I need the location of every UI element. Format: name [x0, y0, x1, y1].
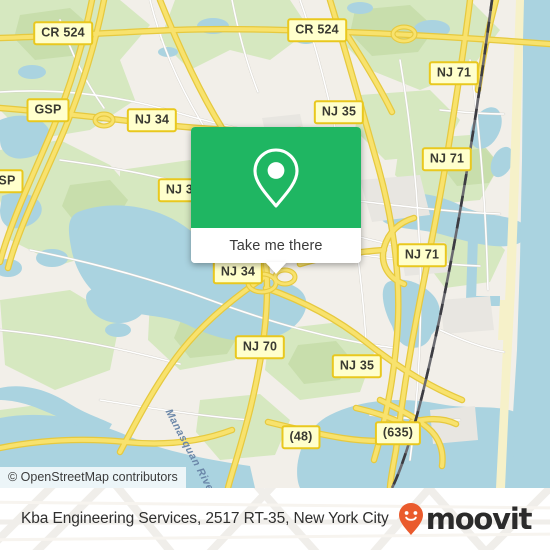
- place-title: Kba Engineering Services, 2517 RT-35, Ne…: [21, 510, 389, 527]
- footer-bar: Kba Engineering Services, 2517 RT-35, Ne…: [0, 488, 550, 550]
- road-shield: GSP: [26, 98, 70, 122]
- moovit-map-screenshot: CR 524 CR 524 NJ 71 GSP NJ 34 NJ 35 NJ 71 GSP NJ…: [0, 0, 550, 550]
- road-shield: NJ 71: [428, 61, 480, 85]
- road-shield: CR 524: [287, 18, 347, 42]
- road-shield: CR 524: [33, 21, 93, 45]
- road-shield: NJ 35: [331, 354, 383, 378]
- road-shield: NJ 71: [396, 243, 448, 267]
- take-me-there-label: Take me there: [229, 237, 323, 254]
- road-shield: NJ 35: [313, 100, 365, 124]
- map-canvas[interactable]: CR 524 CR 524 NJ 71 GSP NJ 34 NJ 35 NJ 71 GSP NJ…: [0, 0, 550, 488]
- moovit-wordmark: moovit: [425, 501, 533, 536]
- location-popup-card[interactable]: Take me there: [191, 127, 361, 274]
- moovit-logo[interactable]: moovit: [397, 502, 532, 536]
- popup-pointer-tail: [265, 262, 287, 274]
- road-shield: NJ 71: [421, 147, 473, 171]
- road-shield: (635): [374, 421, 422, 445]
- road-shield: NJ 34: [212, 260, 264, 284]
- map-pin-icon: [253, 147, 299, 208]
- road-shield: NJ 70: [234, 335, 286, 359]
- road-shield: NJ 34: [126, 108, 178, 132]
- road-shield: GSP: [0, 169, 24, 193]
- road-shield: (48): [281, 425, 321, 449]
- osm-attribution[interactable]: © OpenStreetMap contributors: [0, 467, 186, 488]
- popup-header: [191, 127, 361, 228]
- moovit-pin-smiley-icon: [398, 503, 423, 535]
- popup-action-row[interactable]: Take me there: [191, 228, 361, 274]
